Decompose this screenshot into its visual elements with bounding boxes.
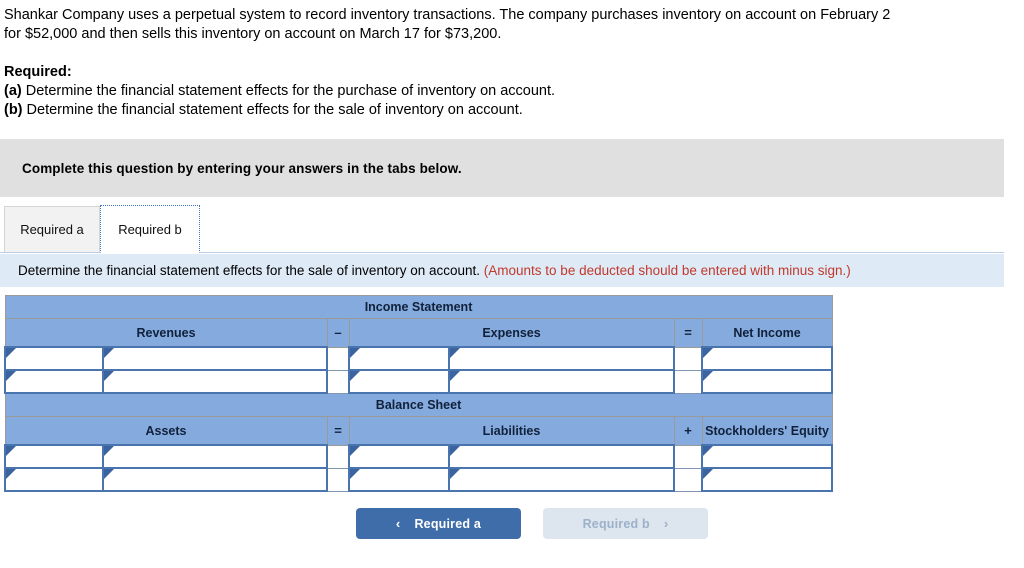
revenue-label-input-2[interactable] <box>102 369 328 394</box>
liability-amount-input-2[interactable] <box>348 467 450 492</box>
header-expenses: Expenses <box>348 318 675 348</box>
instructions-banner: Complete this question by entering your … <box>0 139 1004 197</box>
cell-marker-icon <box>350 469 360 479</box>
tab-required-a-label: Required a <box>20 222 84 237</box>
cell-marker-icon <box>6 469 16 479</box>
next-button-label: Required b <box>582 516 650 531</box>
net-income-input-1[interactable] <box>700 346 834 371</box>
prev-required-a-button[interactable]: ‹ Required a <box>356 508 521 539</box>
operator-equals-balance: = <box>326 416 350 446</box>
header-stockholders-equity: Stockholders' Equity <box>701 416 833 446</box>
problem-paragraph: Shankar Company uses a perpetual system … <box>4 7 891 42</box>
revenue-label-input-1[interactable] <box>102 346 328 371</box>
asset-amount-input-1[interactable] <box>4 444 104 469</box>
header-net-income: Net Income <box>701 318 833 348</box>
tab-strip: Required a Required b <box>0 203 1004 253</box>
cell-marker-icon <box>104 446 114 456</box>
required-block: Required: (a) Determine the financial st… <box>0 63 1024 120</box>
income-statement-section-row: Income Statement <box>4 295 833 319</box>
requirement-b: (b) Determine the financial statement ef… <box>4 101 1014 120</box>
requirement-a-text: Determine the financial statement effect… <box>21 83 556 99</box>
expense-label-input-2[interactable] <box>448 369 675 394</box>
cell-marker-icon <box>6 371 16 381</box>
operator-cell-equals-bs-2 <box>326 467 350 492</box>
requirement-b-text: Determine the financial statement effect… <box>22 102 523 118</box>
balance-sheet-row <box>4 467 834 492</box>
cell-marker-icon <box>450 446 460 456</box>
operator-cell-plus-2 <box>673 467 703 492</box>
task-instruction: Determine the financial statement effect… <box>0 254 1004 287</box>
balance-sheet-row <box>4 444 834 469</box>
cell-marker-icon <box>703 446 713 456</box>
income-statement-row <box>4 346 834 371</box>
stockholders-equity-input-1[interactable] <box>700 444 834 469</box>
requirement-a-marker: (a) <box>4 83 22 99</box>
cell-marker-icon <box>104 371 114 381</box>
cell-marker-icon <box>450 371 460 381</box>
operator-cell-equals-1 <box>673 346 703 371</box>
cell-marker-icon <box>703 348 713 358</box>
cell-marker-icon <box>104 348 114 358</box>
header-revenues: Revenues <box>4 318 328 348</box>
header-liabilities: Liabilities <box>348 416 675 446</box>
expense-amount-input-1[interactable] <box>348 346 450 371</box>
cell-marker-icon <box>450 348 460 358</box>
tab-required-b-label: Required b <box>118 221 182 237</box>
balance-sheet-header-row: Assets = Liabilities + Stockholders' Equ… <box>4 416 833 446</box>
task-instruction-note: (Amounts to be deducted should be entere… <box>483 263 851 278</box>
income-statement-header-row: Revenues – Expenses = Net Income <box>4 318 833 348</box>
next-required-b-button: Required b › <box>543 508 708 539</box>
operator-minus: – <box>326 318 350 348</box>
cell-marker-icon <box>450 469 460 479</box>
cell-marker-icon <box>6 446 16 456</box>
liability-label-input-1[interactable] <box>448 444 675 469</box>
problem-statement: Shankar Company uses a perpetual system … <box>0 0 914 44</box>
operator-cell-minus-2 <box>326 369 350 394</box>
liability-amount-input-1[interactable] <box>348 444 450 469</box>
cell-marker-icon <box>350 348 360 358</box>
requirement-a: (a) Determine the financial statement ef… <box>4 82 1014 101</box>
requirement-b-marker: (b) <box>4 102 23 118</box>
stockholders-equity-input-2[interactable] <box>700 467 834 492</box>
cell-marker-icon <box>6 348 16 358</box>
operator-cell-equals-2 <box>673 369 703 394</box>
liability-label-input-2[interactable] <box>448 467 675 492</box>
expense-label-input-1[interactable] <box>448 346 675 371</box>
chevron-left-icon: ‹ <box>395 516 401 531</box>
cell-marker-icon <box>104 469 114 479</box>
cell-marker-icon <box>703 469 713 479</box>
required-heading: Required: <box>4 64 72 80</box>
cell-marker-icon <box>350 371 360 381</box>
prev-button-label: Required a <box>414 516 482 531</box>
expense-amount-input-2[interactable] <box>348 369 450 394</box>
income-statement-title: Income Statement <box>4 295 833 319</box>
tab-navigation: ‹ Required a Required b › <box>0 508 1024 539</box>
task-instruction-text: Determine the financial statement effect… <box>18 263 481 278</box>
operator-cell-equals-bs-1 <box>326 444 350 469</box>
net-income-input-2[interactable] <box>700 369 834 394</box>
asset-amount-input-2[interactable] <box>4 467 104 492</box>
balance-sheet-title: Balance Sheet <box>4 392 833 417</box>
income-statement-row <box>4 369 834 394</box>
tab-required-a[interactable]: Required a <box>4 206 100 252</box>
tab-required-b[interactable]: Required b <box>100 205 200 253</box>
financial-effects-table: Income Statement Revenues – Expenses = N… <box>4 295 834 492</box>
operator-cell-minus-1 <box>326 346 350 371</box>
header-assets: Assets <box>4 416 328 446</box>
asset-label-input-2[interactable] <box>102 467 328 492</box>
balance-sheet-section-row: Balance Sheet <box>4 392 833 417</box>
cell-marker-icon <box>703 371 713 381</box>
financial-effects-table-wrap: Income Statement Revenues – Expenses = N… <box>0 295 1024 492</box>
instructions-banner-text: Complete this question by entering your … <box>22 160 462 176</box>
cell-marker-icon <box>350 446 360 456</box>
operator-cell-plus-1 <box>673 444 703 469</box>
revenue-amount-input-1[interactable] <box>4 346 104 371</box>
asset-label-input-1[interactable] <box>102 444 328 469</box>
operator-equals-income: = <box>673 318 703 348</box>
operator-plus: + <box>673 416 703 446</box>
chevron-right-icon: › <box>663 516 669 531</box>
revenue-amount-input-2[interactable] <box>4 369 104 394</box>
